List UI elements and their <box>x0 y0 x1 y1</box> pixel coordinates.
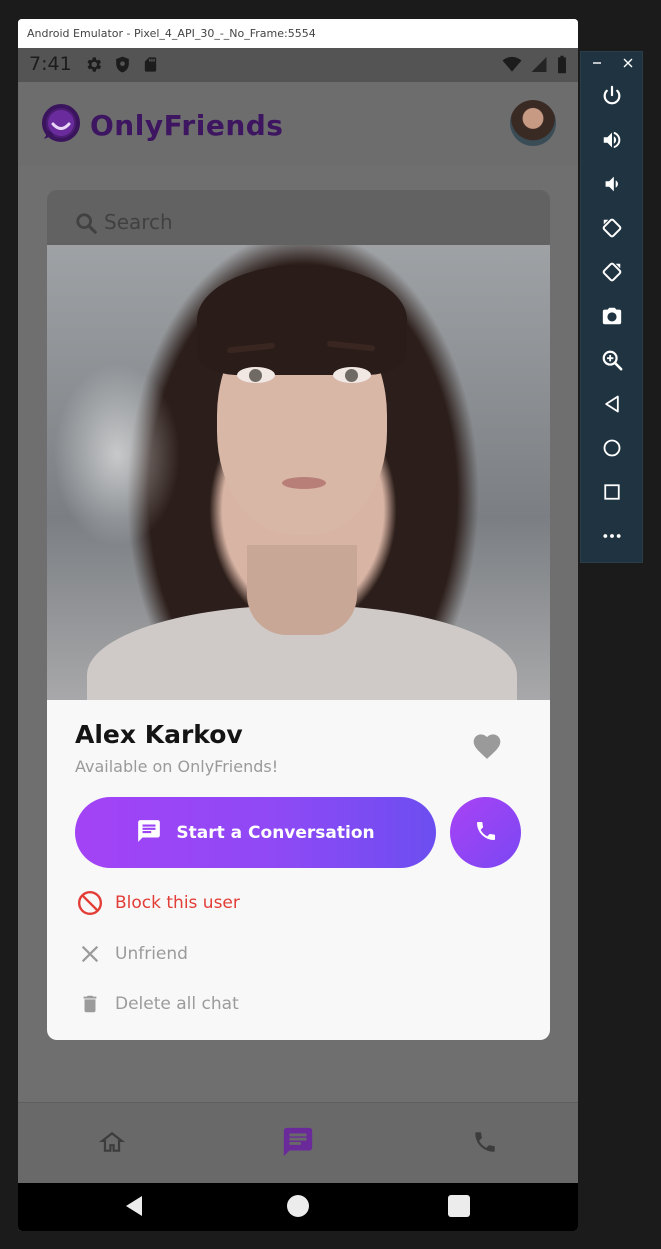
rotate-right-icon <box>601 261 623 287</box>
emulator-window: Android Emulator - Pixel_4_API_30_-_No_F… <box>18 19 578 1231</box>
trash-icon <box>77 991 103 1017</box>
overview-button[interactable] <box>598 480 626 508</box>
search-icon <box>75 212 97 238</box>
battery-icon <box>556 55 568 78</box>
zoom-button[interactable] <box>598 348 626 376</box>
camera-icon <box>601 305 623 331</box>
nav-call[interactable] <box>465 1126 505 1162</box>
phone-icon <box>472 1129 498 1159</box>
more-button[interactable] <box>598 524 626 552</box>
gear-icon <box>84 55 103 78</box>
app-logo[interactable]: OnlyFriends <box>40 102 283 148</box>
emulator-toolbar <box>580 51 643 563</box>
toolbar-window-controls <box>581 52 644 76</box>
power-button[interactable] <box>598 84 626 112</box>
photo-left-eye <box>237 367 275 383</box>
window-title: Android Emulator - Pixel_4_API_30_-_No_F… <box>18 19 578 48</box>
bottom-nav <box>18 1102 578 1183</box>
wifi-icon <box>502 55 522 78</box>
block-user-action[interactable]: Block this user <box>77 890 240 916</box>
unfriend-action[interactable]: Unfriend <box>77 941 188 967</box>
favorite-button[interactable] <box>471 730 503 762</box>
start-conversation-label: Start a Conversation <box>176 822 375 843</box>
rotate-right-button[interactable] <box>598 260 626 288</box>
back-icon <box>122 1194 146 1222</box>
system-nav <box>18 1183 578 1231</box>
phone-icon <box>474 819 498 847</box>
chat-icon <box>281 1125 315 1163</box>
heart-icon <box>471 734 503 764</box>
minimize-icon[interactable] <box>592 57 602 72</box>
status-bar: 7:41 <box>18 48 578 82</box>
rotate-left-icon <box>601 217 623 243</box>
signal-icon <box>530 55 548 78</box>
unfriend-label: Unfriend <box>115 944 188 964</box>
photo-lips <box>282 477 326 489</box>
message-icon <box>136 818 162 848</box>
volume-down-button[interactable] <box>598 172 626 200</box>
app-bar: OnlyFriends <box>18 82 578 166</box>
profile-photo <box>47 245 550 700</box>
home-icon <box>602 438 622 462</box>
search-input[interactable]: Search <box>104 210 173 234</box>
profile-card: Alex Karkov Available on OnlyFriends! St… <box>47 245 550 1040</box>
search-bar[interactable]: Search <box>47 190 550 250</box>
photo-neck <box>247 545 357 635</box>
delete-chat-action[interactable]: Delete all chat <box>77 991 239 1017</box>
sd-card-icon <box>142 55 159 78</box>
shield-icon <box>113 55 132 78</box>
back-icon <box>602 394 622 418</box>
user-status: Available on OnlyFriends! <box>75 757 279 776</box>
delete-chat-label: Delete all chat <box>115 994 239 1014</box>
avatar[interactable] <box>510 100 556 146</box>
overview-icon <box>603 483 621 505</box>
system-back-button[interactable] <box>121 1195 147 1221</box>
home-icon <box>99 1129 125 1159</box>
start-conversation-button[interactable]: Start a Conversation <box>75 797 436 868</box>
block-icon <box>77 890 103 916</box>
more-icon <box>602 526 622 550</box>
back-button[interactable] <box>598 392 626 420</box>
home-button[interactable] <box>598 436 626 464</box>
nav-chat[interactable] <box>278 1126 318 1162</box>
status-icons-left <box>84 55 159 78</box>
photo-hair <box>197 265 407 375</box>
logo-text: OnlyFriends <box>90 108 284 142</box>
recents-icon <box>447 1194 471 1222</box>
volume-up-icon <box>601 129 623 155</box>
user-name: Alex Karkov <box>75 720 243 749</box>
status-time: 7:41 <box>29 53 72 75</box>
phone-screen: 7:41 OnlyFriends Search Alex Karkov Avai… <box>18 48 578 1231</box>
screenshot-button[interactable] <box>598 304 626 332</box>
home-circle-icon <box>286 1194 310 1222</box>
close-icon[interactable] <box>623 57 633 72</box>
photo-right-eye <box>333 367 371 383</box>
system-home-button[interactable] <box>285 1195 311 1221</box>
volume-down-icon <box>601 173 623 199</box>
nav-home[interactable] <box>92 1126 132 1162</box>
close-icon <box>77 941 103 967</box>
system-recents-button[interactable] <box>446 1195 472 1221</box>
status-icons-right <box>502 55 568 78</box>
power-icon <box>601 85 623 111</box>
volume-up-button[interactable] <box>598 128 626 156</box>
chat-bubble-logo-icon <box>40 102 82 148</box>
rotate-left-button[interactable] <box>598 216 626 244</box>
zoom-icon <box>601 349 623 375</box>
call-button[interactable] <box>450 797 521 868</box>
block-user-label: Block this user <box>115 893 240 913</box>
